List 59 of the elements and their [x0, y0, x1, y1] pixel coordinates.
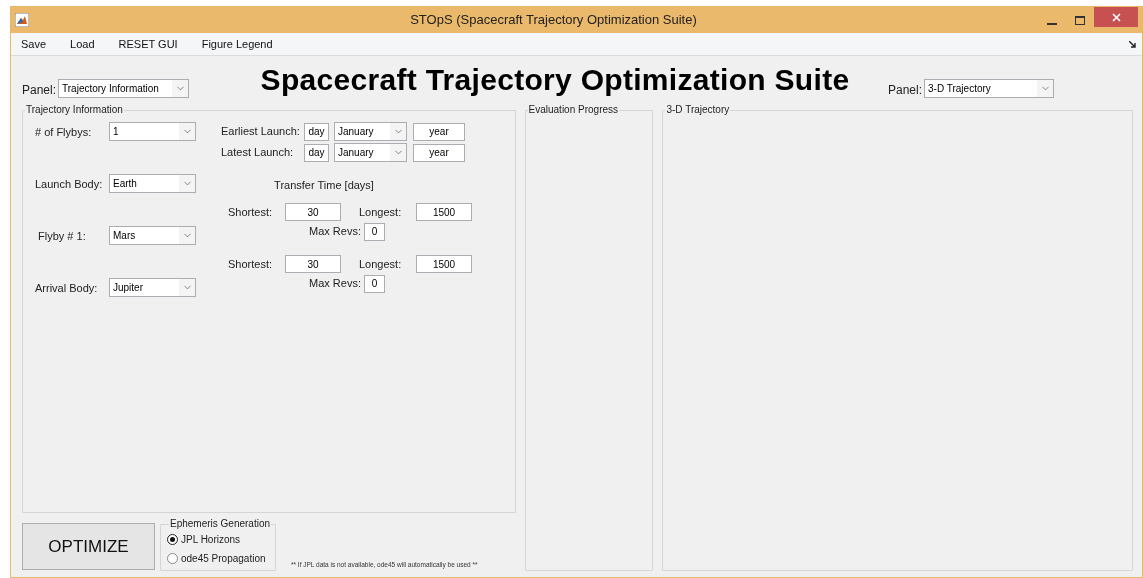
- chevron-icon: [172, 79, 189, 97]
- field-label: Longest:: [359, 204, 403, 220]
- dropdown[interactable]: Trajectory Information: [58, 78, 190, 98]
- input-field[interactable]: 1500: [416, 255, 472, 273]
- radio-option[interactable]: JPL Horizons: [167, 532, 275, 547]
- section-title: Transfer Time [days]: [274, 177, 374, 193]
- app-heading: Spacecraft Trajectory Optimization Suite: [260, 63, 850, 97]
- field-label: Panel:: [888, 82, 923, 99]
- close-button[interactable]: [1094, 7, 1138, 27]
- window-title: STOpS (Spacecraft Trajectory Optimization Suite): [409, 11, 698, 30]
- input-field[interactable]: day: [304, 122, 329, 141]
- field-label: Shortest:: [228, 256, 274, 272]
- field-label: Earliest Launch:: [221, 124, 299, 140]
- field-label: Arrival Body:: [35, 281, 99, 296]
- chevron-icon: [390, 144, 406, 161]
- field-label: Shortest:: [228, 204, 274, 220]
- input-field[interactable]: 30: [285, 255, 341, 273]
- dropdown[interactable]: Mars: [109, 226, 196, 245]
- radio-option[interactable]: ode45 Propagation: [167, 551, 275, 566]
- input-field[interactable]: year: [413, 143, 465, 162]
- panel-title: Trajectory Information: [25, 104, 124, 116]
- field-label: Panel:: [22, 82, 57, 99]
- input-field[interactable]: 0: [364, 222, 385, 241]
- dropdown[interactable]: Earth: [109, 174, 196, 193]
- menu-item[interactable]: Save: [21, 35, 47, 53]
- panel-title: 3-D Trajectory: [665, 104, 731, 116]
- panel-title: Ephemeris Generation: [169, 518, 272, 530]
- app-icon: [15, 13, 29, 27]
- chevron-icon: [390, 123, 406, 140]
- input-field[interactable]: day: [304, 143, 329, 162]
- field-label: Max Revs:: [309, 276, 362, 292]
- menu-item[interactable]: Figure Legend: [201, 35, 273, 53]
- optimize-button[interactable]: OPTIMIZE: [22, 523, 155, 570]
- chevron-icon: [1037, 79, 1054, 97]
- chevron-icon: [179, 279, 195, 296]
- panel-title: Evaluation Progress: [527, 104, 620, 116]
- chevron-icon: [179, 123, 195, 140]
- input-field[interactable]: 30: [285, 203, 341, 221]
- dropdown[interactable]: January: [334, 143, 407, 162]
- chevron-icon: [179, 227, 195, 244]
- close-icon: [1111, 12, 1121, 22]
- input-field[interactable]: 0: [364, 274, 385, 293]
- menu-item[interactable]: RESET GUI: [118, 35, 178, 53]
- dropdown[interactable]: 3-D Trajectory: [924, 78, 1055, 98]
- maximize-icon[interactable]: [1075, 15, 1085, 25]
- field-label: Max Revs:: [309, 224, 362, 240]
- dock-icon[interactable]: [1129, 40, 1136, 48]
- dropdown[interactable]: 1: [109, 122, 196, 141]
- menu-item[interactable]: Load: [70, 35, 95, 53]
- field-label: Launch Body:: [35, 177, 104, 192]
- input-field[interactable]: 1500: [416, 203, 472, 221]
- field-label: Latest Launch:: [221, 145, 295, 161]
- input-field[interactable]: year: [413, 122, 465, 141]
- field-label: Flyby # 1:: [37, 229, 87, 244]
- dropdown[interactable]: Jupiter: [109, 278, 196, 297]
- dropdown[interactable]: January: [334, 122, 407, 141]
- field-label: Longest:: [359, 256, 403, 272]
- field-label: # of Flybys:: [35, 125, 93, 140]
- chevron-icon: [179, 175, 195, 192]
